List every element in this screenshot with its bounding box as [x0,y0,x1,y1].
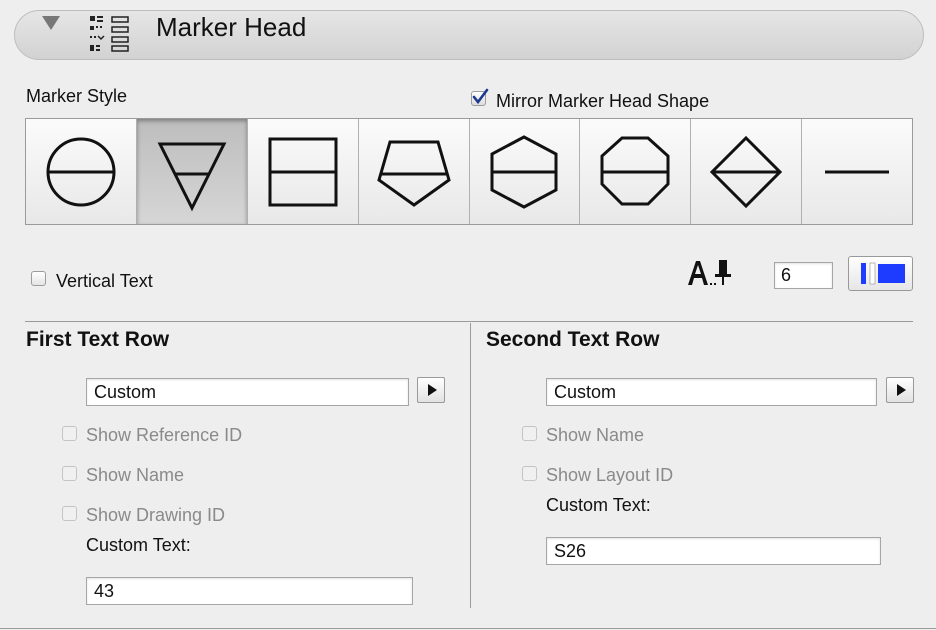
second-row-show-name-checkbox[interactable] [522,426,537,441]
octagon-shape-icon [600,136,670,205]
second-row-show-layout-id-checkbox[interactable] [522,466,537,481]
rectangle-shape-icon [268,137,338,206]
first-row-show-name-label: Show Name [86,465,185,485]
first-row-show-reference-id-label: Show Reference ID [86,425,243,445]
collapse-triangle-icon[interactable] [42,16,60,30]
first-row-show-name-checkbox[interactable] [62,466,77,481]
shape-pentagon-button[interactable] [358,119,470,224]
marker-style-label: Marker Style [26,86,128,106]
inverted-triangle-shape-icon [157,142,227,211]
second-row-show-layout-id-label: Show Layout ID [546,465,674,485]
hexagon-shape-icon [490,134,558,209]
text-layout-icon [861,262,905,285]
first-row-show-drawing-id-label: Show Drawing ID [86,505,226,525]
checkmark-icon [472,88,489,105]
first-row-custom-text-label: Custom Text: [86,535,191,555]
text-size-input[interactable] [774,262,833,289]
second-row-show-name-label: Show Name [546,425,645,445]
panel-title: Marker Head [156,12,307,42]
marker-settings-icon [90,16,129,52]
second-row-menu-arrow-button[interactable] [886,377,914,403]
shape-line-button[interactable] [802,119,912,224]
diamond-shape-icon [710,135,783,208]
line-shape-icon [825,170,890,173]
second-text-row-title: Second Text Row [486,328,660,351]
marker-style-selector [25,118,913,225]
first-row-custom-text-input[interactable] [86,577,413,605]
shape-rectangle-button[interactable] [247,119,359,224]
first-text-row-title: First Text Row [26,328,170,351]
circle-shape-icon [46,137,116,206]
shape-diamond-button[interactable] [691,119,803,224]
column-divider [470,323,471,608]
vertical-text-label: Vertical Text [56,271,153,291]
marker-head-panel-header[interactable] [14,10,924,60]
mirror-shape-label: Mirror Marker Head Shape [496,91,710,111]
shape-triangle-button[interactable] [136,119,248,224]
second-row-content-dropdown[interactable]: Custom [546,378,877,406]
first-row-menu-arrow-button[interactable] [417,377,445,403]
first-row-show-reference-id-checkbox[interactable] [62,426,77,441]
first-row-show-drawing-id-checkbox[interactable] [62,506,77,521]
vertical-text-checkbox[interactable] [31,271,46,286]
second-row-custom-text-label: Custom Text: [546,495,651,515]
first-row-content-dropdown[interactable]: Custom [86,378,409,406]
text-style-button[interactable] [848,256,913,291]
second-row-custom-text-input[interactable] [546,537,881,565]
mirror-shape-checkbox[interactable] [471,88,489,106]
text-size-icon [688,260,731,285]
shape-octagon-button[interactable] [580,119,692,224]
shape-hexagon-button[interactable] [469,119,581,224]
bottom-divider [0,628,936,629]
pentagon-shape-icon [376,140,451,207]
shape-circle-button[interactable] [26,119,137,224]
section-divider [25,321,913,322]
